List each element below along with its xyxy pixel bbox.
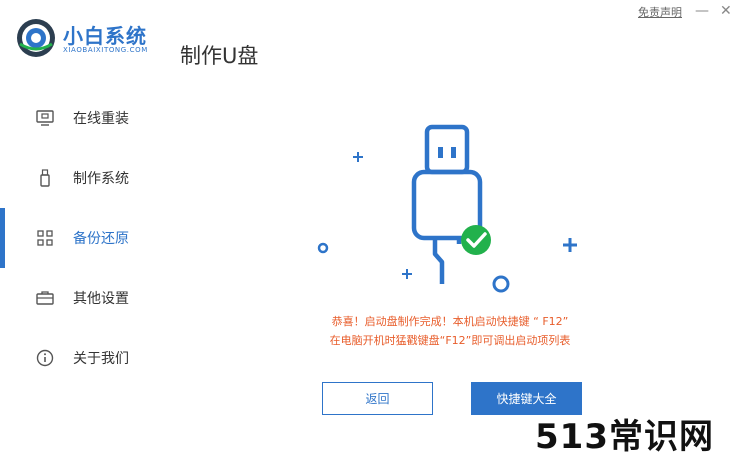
plus-icon [563, 238, 577, 252]
success-check-icon [461, 225, 491, 255]
brand-domain: XIAOBAIXITONG.COM [63, 46, 148, 54]
dot-ring [317, 242, 329, 254]
close-button[interactable]: ✕ [720, 1, 732, 21]
usb-drive-icon [36, 169, 54, 187]
minimize-button[interactable]: — [695, 1, 709, 21]
success-message-line2: 在电脑开机时猛戳键盘“F12”即可调出启动项列表 [329, 334, 571, 347]
plus-icon [353, 152, 363, 162]
info-icon [36, 349, 54, 367]
usb-success-illustration [317, 124, 577, 293]
sidebar-item-label: 制作系统 [73, 171, 129, 187]
monitor-icon [36, 109, 54, 127]
success-message-line1: 恭喜！启动盘制作完成！本机启动快捷键 “ F12” [331, 315, 569, 328]
back-button[interactable]: 返回 [322, 382, 433, 415]
briefcase-icon [36, 289, 54, 307]
usb-connector [424, 124, 470, 175]
dot-ring [492, 275, 510, 293]
sidebar: 在线重装 制作系统 备份还原 其他设置 关于我们 [0, 88, 170, 388]
page-title: 制作U盘 [180, 44, 259, 68]
disclaimer-link[interactable]: 免责声明 [638, 4, 682, 20]
plus-icon [402, 269, 412, 279]
sidebar-item-label: 关于我们 [73, 351, 129, 367]
sidebar-item-online-reinstall[interactable]: 在线重装 [0, 88, 170, 148]
usb-cable [432, 238, 445, 284]
sidebar-item-label: 备份还原 [73, 231, 129, 247]
sidebar-item-label: 其他设置 [73, 291, 129, 307]
watermark: 513常识网 [535, 417, 714, 457]
sidebar-item-about-us[interactable]: 关于我们 [0, 328, 170, 388]
sidebar-item-label: 在线重装 [73, 111, 129, 127]
sidebar-item-make-system[interactable]: 制作系统 [0, 148, 170, 208]
brand-logo-icon [17, 19, 55, 57]
grid-icon [36, 229, 54, 247]
sidebar-item-backup-restore[interactable]: 备份还原 [0, 208, 170, 268]
brand-name: 小白系统 [63, 24, 147, 48]
sidebar-item-other-settings[interactable]: 其他设置 [0, 268, 170, 328]
